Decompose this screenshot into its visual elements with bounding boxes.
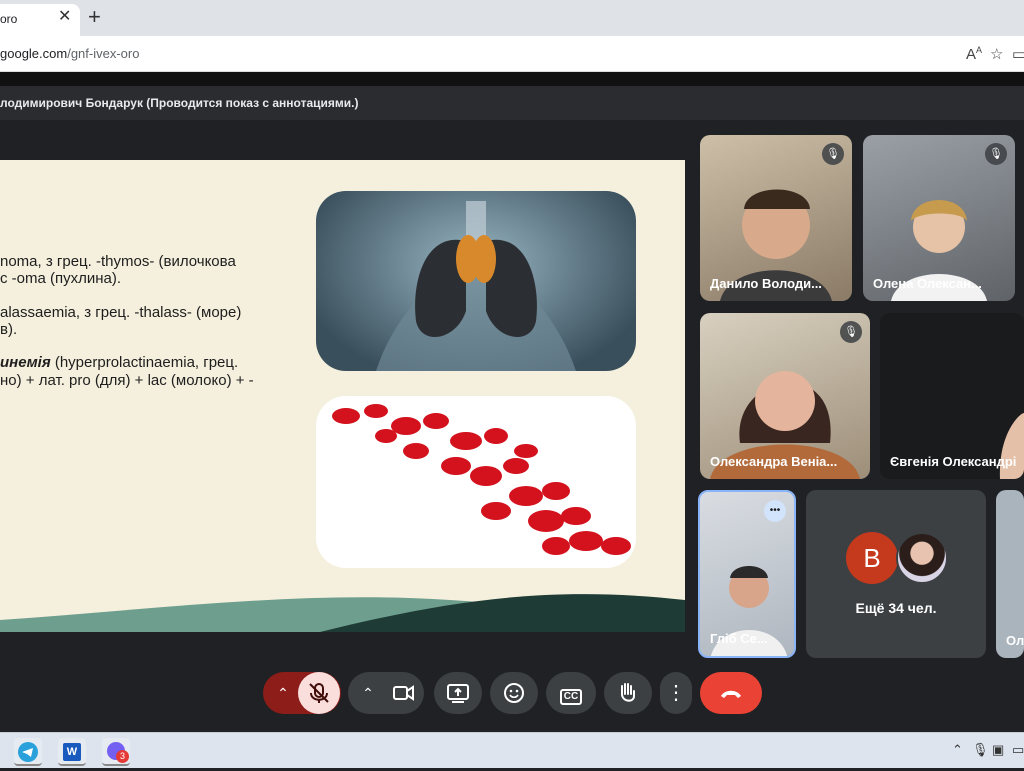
url-text[interactable]: google.com/gnf-ivex-oro (0, 46, 139, 61)
viber-taskbar-button[interactable]: 3 (102, 738, 130, 766)
address-bar[interactable] (0, 36, 1024, 72)
captions-button[interactable]: CC (546, 672, 596, 714)
tray-overflow-chevron-icon[interactable]: ⌃ (952, 742, 963, 758)
word-icon: W (63, 743, 81, 761)
captions-icon: CC (559, 689, 583, 705)
emoji-icon (504, 683, 524, 703)
slide-line: noma, з грец. -thymos- (вилочкова (0, 253, 236, 270)
raise-hand-button[interactable] (604, 672, 652, 714)
slide-line: с -oma (пухлина). (0, 270, 122, 287)
leave-call-button[interactable] (700, 672, 762, 714)
more-options-icon[interactable]: ⋮ (660, 672, 692, 714)
notification-badge: 3 (116, 750, 129, 763)
browser-tab-strip (0, 0, 1024, 36)
avatar: B (846, 532, 898, 584)
camera-icon (393, 685, 414, 701)
new-tab-button[interactable]: + (88, 4, 101, 30)
telegram-icon (18, 742, 38, 762)
present-button[interactable] (434, 672, 482, 714)
present-screen-icon (447, 684, 469, 703)
more-options-icon[interactable]: ••• (764, 500, 786, 522)
word-taskbar-button[interactable]: W (58, 738, 86, 766)
participant-name: Олена Олексан... (873, 276, 982, 291)
slide-wave-decoration (0, 594, 685, 632)
tab-close-icon[interactable]: ✕ (58, 6, 71, 26)
participant-name: Олександра Веніа... (710, 454, 838, 469)
slide-line: но) + лат. pro (для) + lac (молоко) + - (0, 372, 254, 389)
participant-name: Ол (1006, 633, 1024, 648)
participant-name: Євгенія Олександрі (890, 454, 1017, 469)
slide-line: в). (0, 321, 18, 338)
red-blood-cells-image (316, 396, 636, 568)
slide-term: инемія (0, 354, 51, 371)
slide-term-rest: (hyperprolactinaemia, грец. (50, 354, 239, 371)
participant-tile[interactable]: 🎙 Олена Олексан... (863, 135, 1015, 301)
participant-tile[interactable]: 🎙 Данило Володи... (700, 135, 852, 301)
windows-taskbar (0, 732, 1024, 768)
camera-button[interactable] (382, 672, 424, 714)
tab-title: oro (0, 12, 18, 26)
presentation-slide: noma, з грец. -thymos- (вилочкова с -oma… (0, 160, 685, 632)
mic-off-icon: 🎙 (822, 143, 844, 165)
meet-top-strip (0, 72, 1024, 86)
more-participants-tile[interactable]: B Ещё 34 чел. (806, 490, 986, 658)
url-path: /gnf-ivex-oro (67, 46, 140, 61)
split-screen-icon[interactable]: ▭ (1012, 45, 1024, 63)
participant-tile[interactable]: 🎙 Олександра Веніа... (700, 313, 870, 479)
url-host: google.com (0, 46, 68, 61)
mic-off-icon: 🎙 (985, 143, 1007, 165)
slide-line: alassaemia, з грец. -thalass- (море) (0, 304, 242, 321)
participant-tile[interactable]: Ол (996, 490, 1024, 658)
emoji-button[interactable] (490, 672, 538, 714)
thymus-lungs-image (316, 191, 636, 371)
telegram-taskbar-button[interactable] (14, 738, 42, 766)
favorite-icon[interactable]: ☆ (990, 45, 1003, 63)
read-aloud-icon[interactable]: AA (966, 45, 982, 63)
participant-tile[interactable]: Євгенія Олександрі (880, 313, 1024, 479)
mic-off-icon: 🎙 (840, 321, 862, 343)
participant-tile-active[interactable]: ••• Гліб Се... (698, 490, 796, 658)
video-options-chevron-icon[interactable]: ⌃ (354, 672, 382, 714)
slide-line: инемія (hyperprolactinaemia, грец. (0, 354, 238, 372)
end-call-icon (721, 690, 741, 698)
network-tray-icon[interactable]: ▭ (1012, 742, 1024, 758)
more-participants-label: Ещё 34 чел. (855, 600, 937, 616)
avatar (896, 532, 948, 584)
participant-name: Данило Володи... (710, 276, 822, 291)
microphone-tray-icon[interactable]: 🎙 (972, 742, 989, 758)
presenter-banner-text: лодимирович Бондарук (Проводится показ с… (0, 96, 359, 110)
mic-off-button[interactable] (298, 672, 340, 714)
participant-name: Гліб Се... (710, 631, 768, 646)
raise-hand-icon (621, 683, 635, 702)
display-tray-icon[interactable]: ▣ (992, 742, 1004, 758)
audio-options-chevron-icon[interactable]: ⌃ (268, 672, 298, 714)
mic-off-icon (309, 683, 329, 703)
